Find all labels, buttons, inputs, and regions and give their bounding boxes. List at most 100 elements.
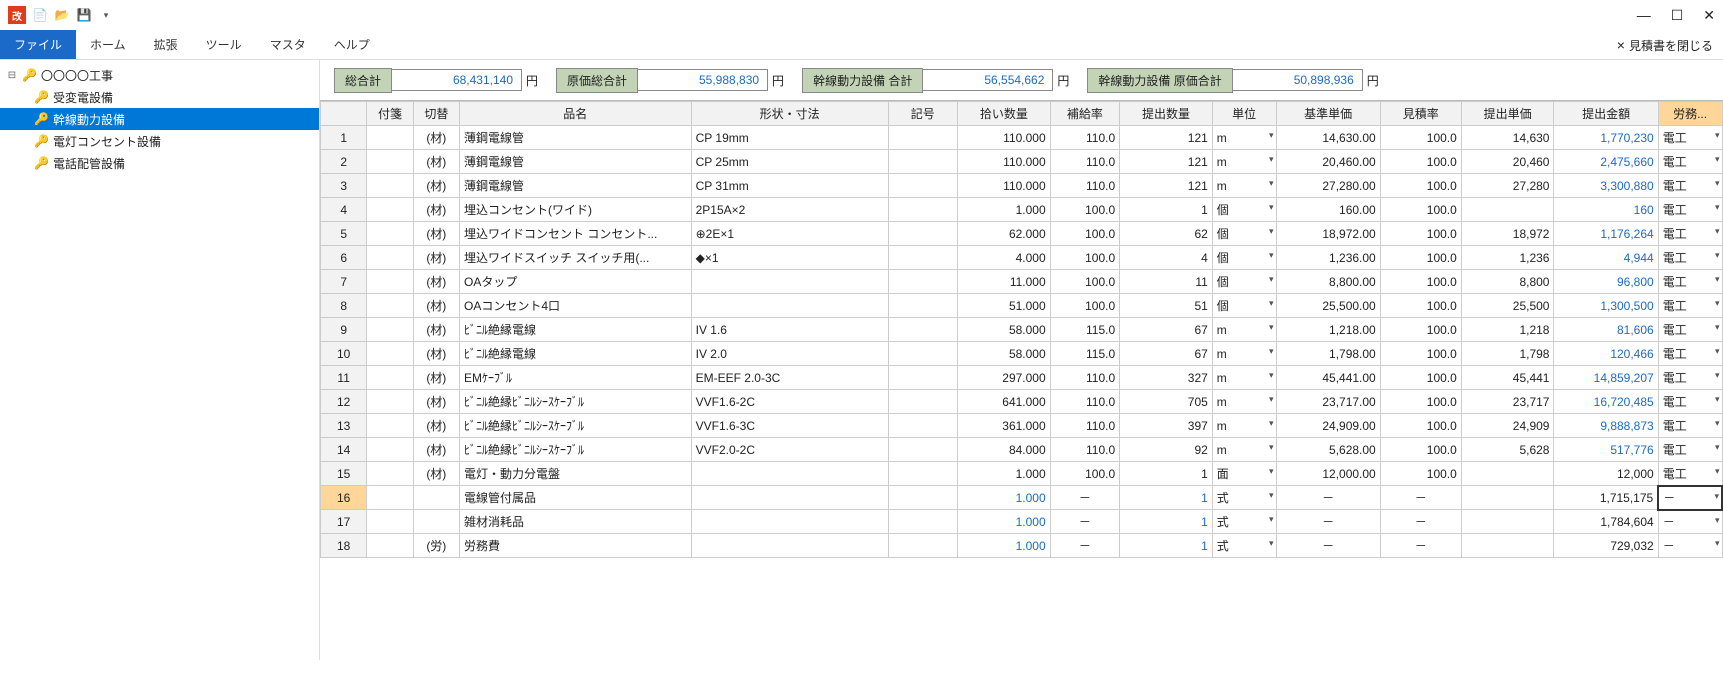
cell-labor[interactable]: 電工 xyxy=(1658,342,1722,366)
table-row[interactable]: 5(材)埋込ワイドコンセント コンセント...⊕2E×162.000100.06… xyxy=(321,222,1723,246)
cell-shape[interactable]: IV 2.0 xyxy=(691,342,888,366)
cell-sprice[interactable] xyxy=(1461,462,1554,486)
cell-switch[interactable]: (材) xyxy=(413,222,459,246)
cell-erate[interactable]: 100.0 xyxy=(1380,294,1461,318)
cell-symbol[interactable] xyxy=(888,150,957,174)
cell-bprice[interactable]: 18,972.00 xyxy=(1276,222,1380,246)
cell-shape[interactable] xyxy=(691,462,888,486)
cell-shape[interactable]: VVF1.6-2C xyxy=(691,390,888,414)
table-row[interactable]: 13(材)ﾋﾞﾆﾙ絶縁ﾋﾞﾆﾙｼｰｽｹｰﾌﾞﾙVVF1.6-3C361.0001… xyxy=(321,414,1723,438)
cell-qty[interactable]: 1.000 xyxy=(958,462,1051,486)
table-row[interactable]: 11(材)EMｹｰﾌﾞﾙEM-EEF 2.0-3C297.000110.0327… xyxy=(321,366,1723,390)
cell-sprice[interactable] xyxy=(1461,510,1554,534)
table-row[interactable]: 10(材)ﾋﾞﾆﾙ絶縁電線IV 2.058.000115.067m1,798.0… xyxy=(321,342,1723,366)
table-row[interactable]: 1(材)薄鋼電線管CP 19mm110.000110.0121m14,630.0… xyxy=(321,126,1723,150)
qat-dropdown-icon[interactable]: ▾ xyxy=(98,7,114,23)
cell-qty[interactable]: 4.000 xyxy=(958,246,1051,270)
row-number[interactable]: 14 xyxy=(321,438,367,462)
cell-bprice[interactable]: 8,800.00 xyxy=(1276,270,1380,294)
cell-amount[interactable]: 1,770,230 xyxy=(1554,126,1658,150)
cell-shape[interactable]: CP 25mm xyxy=(691,150,888,174)
cell-rate[interactable]: 100.0 xyxy=(1050,198,1119,222)
cell-sprice[interactable] xyxy=(1461,486,1554,510)
cell-switch[interactable]: (材) xyxy=(413,294,459,318)
cell-amount[interactable]: 2,475,660 xyxy=(1554,150,1658,174)
col-tag[interactable]: 付箋 xyxy=(367,102,413,126)
cell-sqty[interactable]: 92 xyxy=(1120,438,1213,462)
cell-erate[interactable]: － xyxy=(1380,486,1461,510)
cell-shape[interactable]: CP 31mm xyxy=(691,174,888,198)
cell-erate[interactable]: 100.0 xyxy=(1380,198,1461,222)
cell-name[interactable]: 薄鋼電線管 xyxy=(459,150,691,174)
cell-shape[interactable]: ◆×1 xyxy=(691,246,888,270)
cell-sqty[interactable]: 1 xyxy=(1120,486,1213,510)
table-row[interactable]: 9(材)ﾋﾞﾆﾙ絶縁電線IV 1.658.000115.067m1,218.00… xyxy=(321,318,1723,342)
table-row[interactable]: 15(材)電灯・動力分電盤1.000100.01面12,000.00100.01… xyxy=(321,462,1723,486)
cell-rate[interactable]: 100.0 xyxy=(1050,462,1119,486)
cell-qty[interactable]: 1.000 xyxy=(958,198,1051,222)
cell-amount[interactable]: 14,859,207 xyxy=(1554,366,1658,390)
row-number[interactable]: 4 xyxy=(321,198,367,222)
col-shape[interactable]: 形状・寸法 xyxy=(691,102,888,126)
cell-amount[interactable]: 1,784,604 xyxy=(1554,510,1658,534)
cell-qty[interactable]: 62.000 xyxy=(958,222,1051,246)
cell-bprice[interactable]: 1,218.00 xyxy=(1276,318,1380,342)
col-symbol[interactable]: 記号 xyxy=(888,102,957,126)
cell-amount[interactable]: 160 xyxy=(1554,198,1658,222)
cell-unit[interactable]: 式 xyxy=(1212,486,1276,510)
cell-name[interactable]: 埋込ワイドコンセント コンセント... xyxy=(459,222,691,246)
cell-labor[interactable]: － xyxy=(1658,486,1722,510)
cell-unit[interactable]: m xyxy=(1212,126,1276,150)
row-number[interactable]: 3 xyxy=(321,174,367,198)
cell-symbol[interactable] xyxy=(888,246,957,270)
cell-amount[interactable]: 729,032 xyxy=(1554,534,1658,558)
cell-qty[interactable]: 51.000 xyxy=(958,294,1051,318)
cell-sprice[interactable] xyxy=(1461,198,1554,222)
table-row[interactable]: 16電線管付属品1.000－1式－－1,715,175－ xyxy=(321,486,1723,510)
cell-sprice[interactable]: 23,717 xyxy=(1461,390,1554,414)
cell-qty[interactable]: 110.000 xyxy=(958,150,1051,174)
cell-rate[interactable]: 110.0 xyxy=(1050,174,1119,198)
row-number[interactable]: 11 xyxy=(321,366,367,390)
cell-amount[interactable]: 3,300,880 xyxy=(1554,174,1658,198)
cell-rate[interactable]: － xyxy=(1050,534,1119,558)
cell-tag[interactable] xyxy=(367,534,413,558)
cell-name[interactable]: ﾋﾞﾆﾙ絶縁ﾋﾞﾆﾙｼｰｽｹｰﾌﾞﾙ xyxy=(459,390,691,414)
cell-symbol[interactable] xyxy=(888,534,957,558)
cell-qty[interactable]: 58.000 xyxy=(958,342,1051,366)
tree-item-4[interactable]: 🔑 電話配管設備 xyxy=(0,152,319,174)
cell-switch[interactable]: (材) xyxy=(413,366,459,390)
cell-unit[interactable]: m xyxy=(1212,174,1276,198)
close-button[interactable]: ✕ xyxy=(1703,7,1715,24)
menu-file[interactable]: ファイル xyxy=(0,30,76,59)
cell-qty[interactable]: 297.000 xyxy=(958,366,1051,390)
table-row[interactable]: 18(労)労務費1.000－1式－－729,032－ xyxy=(321,534,1723,558)
cell-switch[interactable]: (材) xyxy=(413,414,459,438)
cell-unit[interactable]: 個 xyxy=(1212,246,1276,270)
cell-qty[interactable]: 641.000 xyxy=(958,390,1051,414)
cell-amount[interactable]: 4,944 xyxy=(1554,246,1658,270)
cell-tag[interactable] xyxy=(367,366,413,390)
cell-unit[interactable]: 式 xyxy=(1212,510,1276,534)
cell-switch[interactable]: (材) xyxy=(413,174,459,198)
cell-name[interactable]: 薄鋼電線管 xyxy=(459,174,691,198)
cell-sprice[interactable]: 18,972 xyxy=(1461,222,1554,246)
table-row[interactable]: 3(材)薄鋼電線管CP 31mm110.000110.0121m27,280.0… xyxy=(321,174,1723,198)
cell-amount[interactable]: 81,606 xyxy=(1554,318,1658,342)
cell-tag[interactable] xyxy=(367,486,413,510)
save-icon[interactable]: 💾 xyxy=(76,7,92,23)
cell-bprice[interactable]: 27,280.00 xyxy=(1276,174,1380,198)
table-row[interactable]: 17雑材消耗品1.000－1式－－1,784,604－ xyxy=(321,510,1723,534)
cell-name[interactable]: ﾋﾞﾆﾙ絶縁ﾋﾞﾆﾙｼｰｽｹｰﾌﾞﾙ xyxy=(459,438,691,462)
cell-sqty[interactable]: 121 xyxy=(1120,126,1213,150)
cell-unit[interactable]: m xyxy=(1212,438,1276,462)
cell-erate[interactable]: 100.0 xyxy=(1380,438,1461,462)
menu-ext[interactable]: 拡張 xyxy=(140,30,192,59)
cell-unit[interactable]: m xyxy=(1212,318,1276,342)
cell-sprice[interactable]: 27,280 xyxy=(1461,174,1554,198)
cell-sqty[interactable]: 121 xyxy=(1120,150,1213,174)
cell-symbol[interactable] xyxy=(888,318,957,342)
row-number[interactable]: 12 xyxy=(321,390,367,414)
cell-rate[interactable]: 100.0 xyxy=(1050,222,1119,246)
cell-sqty[interactable]: 1 xyxy=(1120,198,1213,222)
